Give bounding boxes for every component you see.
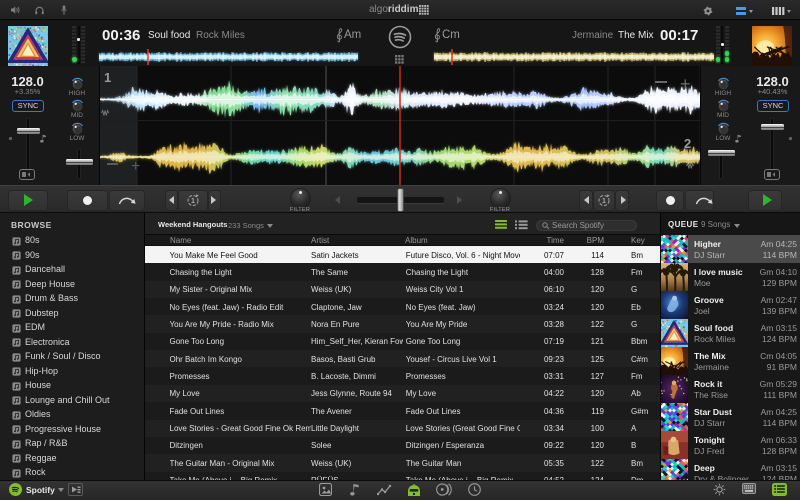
svg-text:1: 1	[191, 196, 195, 205]
svg-text:1: 1	[602, 196, 606, 205]
